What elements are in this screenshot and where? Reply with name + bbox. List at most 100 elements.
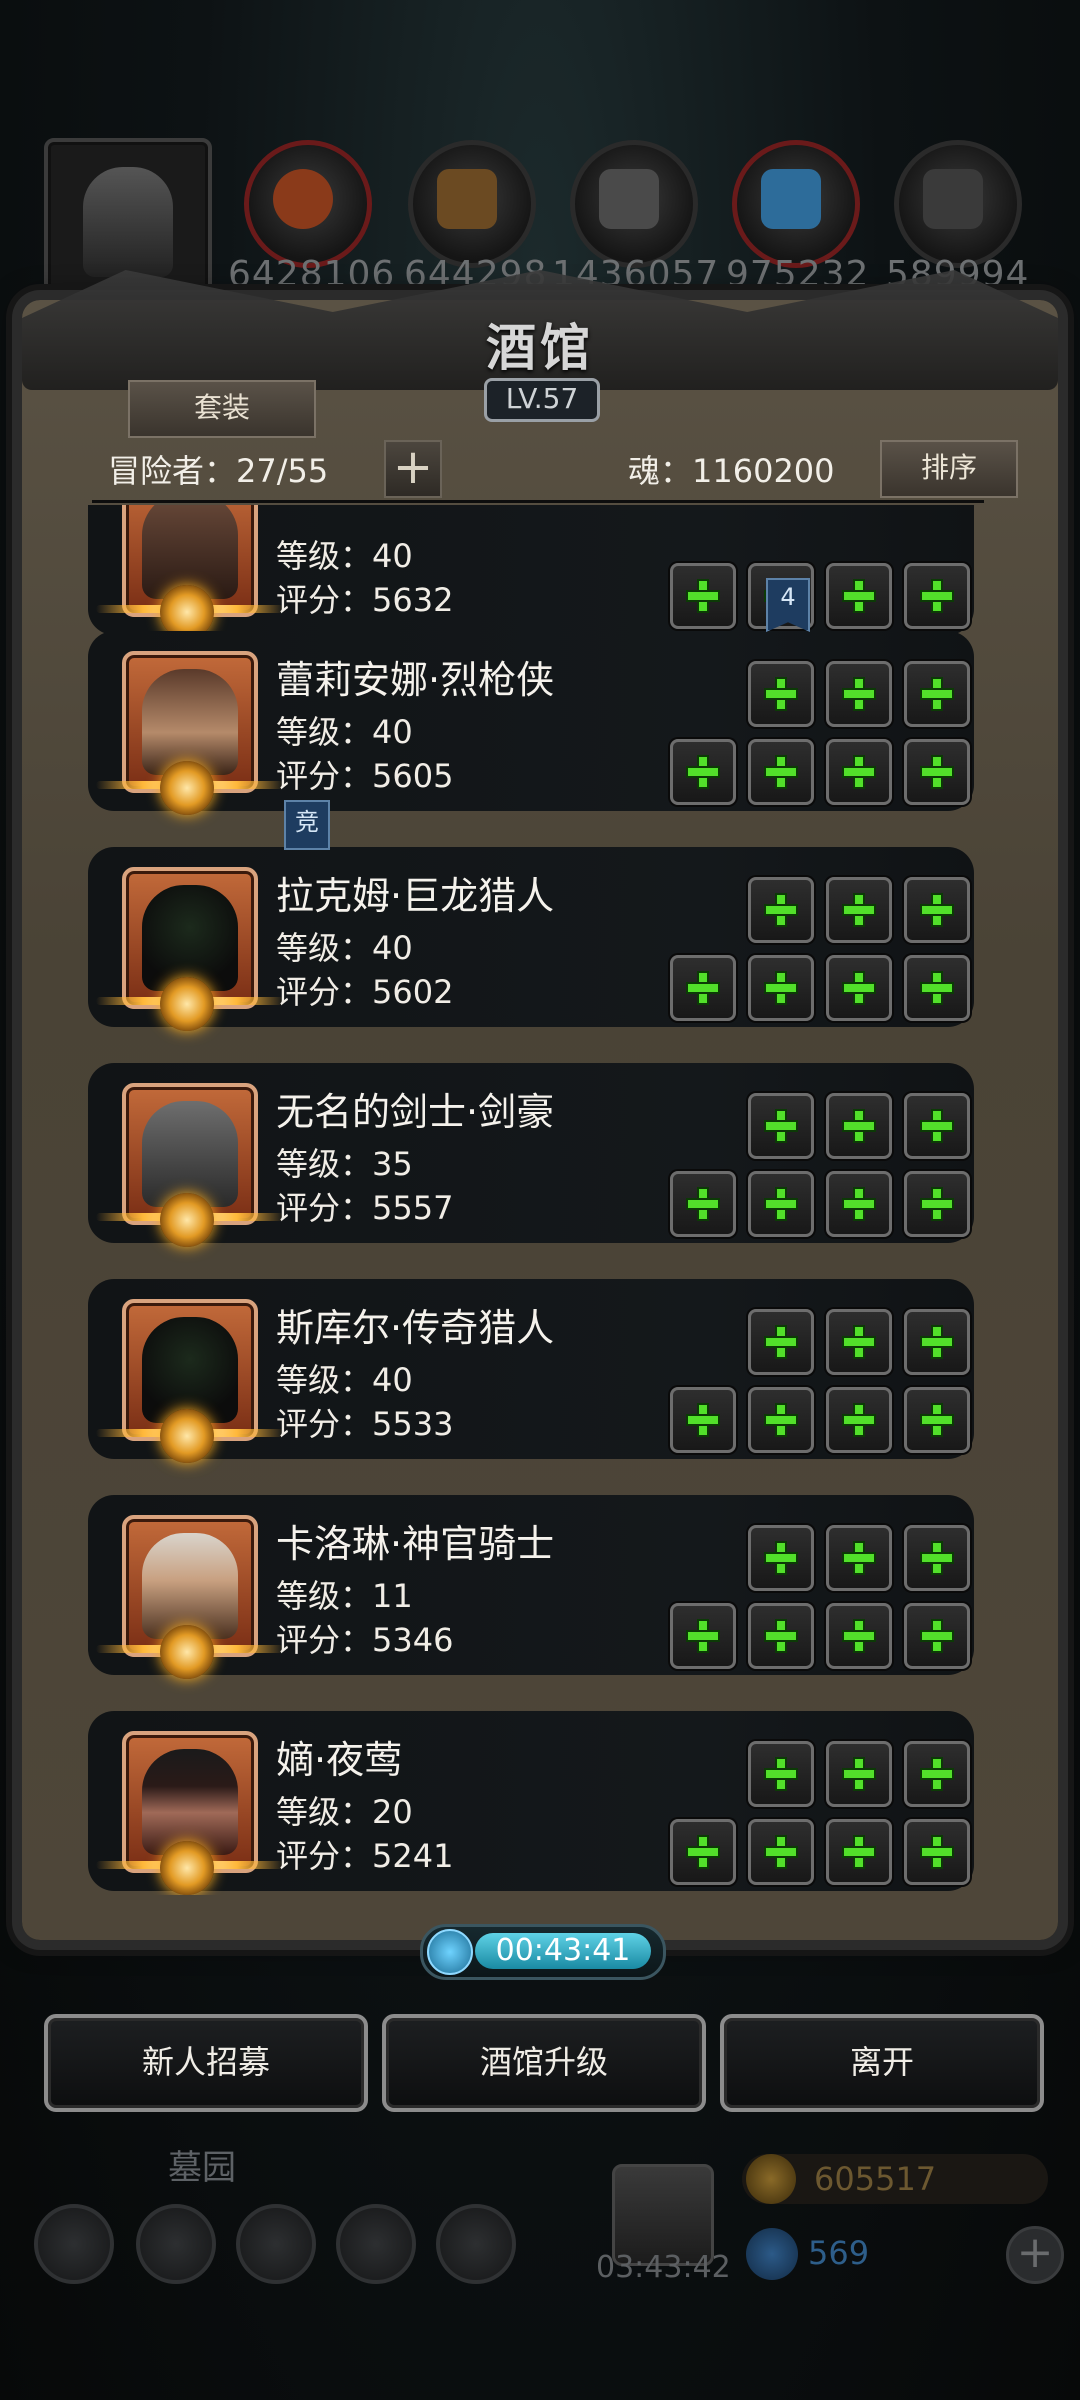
boot-slot[interactable]: [904, 1309, 970, 1375]
glove-slot[interactable]: [826, 1309, 892, 1375]
ring-slot[interactable]: [826, 1387, 892, 1453]
guild-icon[interactable]: [236, 2204, 316, 2284]
recruit-button[interactable]: 新人招募: [44, 2014, 368, 2112]
plus-icon: [920, 677, 954, 711]
weapon-slot[interactable]: [670, 1171, 736, 1237]
plus-icon: [764, 677, 798, 711]
mail-icon[interactable]: [336, 2204, 416, 2284]
amulet-slot[interactable]: [904, 1819, 970, 1885]
amulet-slot[interactable]: [904, 955, 970, 1021]
armor-slot[interactable]: [748, 1603, 814, 1669]
weapon-slot[interactable]: [670, 1819, 736, 1885]
hero-portrait[interactable]: [96, 651, 284, 815]
hero-icon[interactable]: [136, 2204, 216, 2284]
armor-slot[interactable]: [748, 955, 814, 1021]
hero-card[interactable]: 嫡·夜莺 等级：20 评分：5241: [88, 1711, 974, 1895]
plus-icon: [764, 1835, 798, 1869]
plus-icon: [920, 1757, 954, 1791]
hero-portrait[interactable]: [96, 867, 284, 1031]
settings-icon[interactable]: [34, 2204, 114, 2284]
stone-resource-icon[interactable]: [894, 140, 1022, 268]
armor-slot[interactable]: [748, 1171, 814, 1237]
hero-portrait[interactable]: [96, 1299, 284, 1463]
amulet-slot[interactable]: [904, 1603, 970, 1669]
weapon-slot[interactable]: [670, 1387, 736, 1453]
ring-slot[interactable]: [826, 955, 892, 1021]
hero-score: 评分：5241: [276, 1837, 454, 1875]
hero-card[interactable]: 蕾莉安娜·烈枪侠 等级：40 评分：5605: [88, 631, 974, 815]
boot-slot[interactable]: [904, 661, 970, 727]
armor-slot[interactable]: [748, 1819, 814, 1885]
hero-portrait[interactable]: [96, 1083, 284, 1247]
weapon-slot[interactable]: [670, 955, 736, 1021]
amulet-slot[interactable]: [904, 1387, 970, 1453]
amulet-slot[interactable]: [904, 739, 970, 805]
hero-card[interactable]: 卡洛琳·神官骑士 等级：11 评分：5346: [88, 1495, 974, 1679]
ring-slot[interactable]: [826, 739, 892, 805]
boot-slot[interactable]: [904, 1093, 970, 1159]
helmet-slot[interactable]: [748, 1309, 814, 1375]
meat-resource-icon[interactable]: [244, 140, 372, 268]
boot-slot[interactable]: [904, 877, 970, 943]
ring-slot[interactable]: [826, 1819, 892, 1885]
glove-slot[interactable]: [826, 1741, 892, 1807]
armor-slot[interactable]: [748, 739, 814, 805]
hero-card[interactable]: 斯库尔·传奇猎人 等级：40 评分：5533: [88, 1279, 974, 1463]
hero-name: 卡洛琳·神官骑士: [276, 1522, 555, 1566]
weapon-slot[interactable]: [670, 739, 736, 805]
hero-portrait[interactable]: [96, 505, 284, 639]
boot-slot[interactable]: [904, 1741, 970, 1807]
armor-slot[interactable]: [748, 1387, 814, 1453]
hero-list[interactable]: 等级：40 评分：5632 蕾莉安娜·烈枪侠 等级：40 评分：5605 拉克姆…: [84, 505, 986, 1895]
leave-button[interactable]: 离开: [720, 2014, 1044, 2112]
ring-slot[interactable]: [826, 563, 892, 629]
amulet-slot[interactable]: [904, 1171, 970, 1237]
hero-portrait[interactable]: [96, 1515, 284, 1679]
hero-name: 嫡·夜莺: [276, 1738, 403, 1782]
plus-icon: [686, 1187, 720, 1221]
wood-resource-icon[interactable]: [408, 140, 536, 268]
plus-icon: [686, 579, 720, 613]
plus-icon: [920, 1403, 954, 1437]
hero-card[interactable]: 等级：40 评分：5632: [88, 505, 974, 639]
timer-text: 00:43:41: [495, 1933, 631, 1968]
glove-slot[interactable]: [826, 1093, 892, 1159]
boot-slot[interactable]: [904, 1525, 970, 1591]
glove-slot[interactable]: [826, 661, 892, 727]
star-badge-icon: [160, 1193, 214, 1247]
ring-slot[interactable]: [826, 1171, 892, 1237]
glove-slot[interactable]: [826, 1525, 892, 1591]
resource-value: 6428106: [228, 254, 396, 295]
hero-card[interactable]: 拉克姆·巨龙猎人 等级：40 评分：5602: [88, 847, 974, 1031]
helmet-slot[interactable]: [748, 1093, 814, 1159]
star-badge-icon: [160, 1625, 214, 1679]
upgrade-tavern-button[interactable]: 酒馆升级: [382, 2014, 706, 2112]
helmet-slot[interactable]: [748, 661, 814, 727]
weapon-slot[interactable]: [670, 563, 736, 629]
plus-icon: [764, 1403, 798, 1437]
helmet-slot[interactable]: [748, 1741, 814, 1807]
suit-button[interactable]: 套装: [128, 380, 316, 438]
crystal-resource-icon[interactable]: [732, 140, 860, 268]
add-currency-button[interactable]: +: [1006, 2226, 1064, 2284]
helmet-slot[interactable]: [748, 1525, 814, 1591]
plus-icon: [842, 579, 876, 613]
map-icon[interactable]: [436, 2204, 516, 2284]
resource-value: 975232: [726, 254, 870, 295]
hero-name: 拉克姆·巨龙猎人: [276, 874, 555, 918]
iron-resource-icon[interactable]: [570, 140, 698, 268]
glove-slot[interactable]: [826, 877, 892, 943]
expand-slots-button[interactable]: +: [384, 440, 442, 498]
ring-slot[interactable]: [826, 1603, 892, 1669]
plus-icon: [764, 893, 798, 927]
hero-portrait[interactable]: [96, 1731, 284, 1895]
weapon-slot[interactable]: [670, 1603, 736, 1669]
hero-card[interactable]: 无名的剑士·剑豪 等级：35 评分：5557: [88, 1063, 974, 1247]
page-title: 酒馆: [486, 318, 594, 377]
helmet-slot[interactable]: [748, 877, 814, 943]
gold-counter: 605517: [742, 2154, 1048, 2204]
plus-icon: [842, 1619, 876, 1653]
hero-face: [142, 669, 238, 775]
amulet-slot[interactable]: [904, 563, 970, 629]
sort-button[interactable]: 排序: [880, 440, 1018, 498]
